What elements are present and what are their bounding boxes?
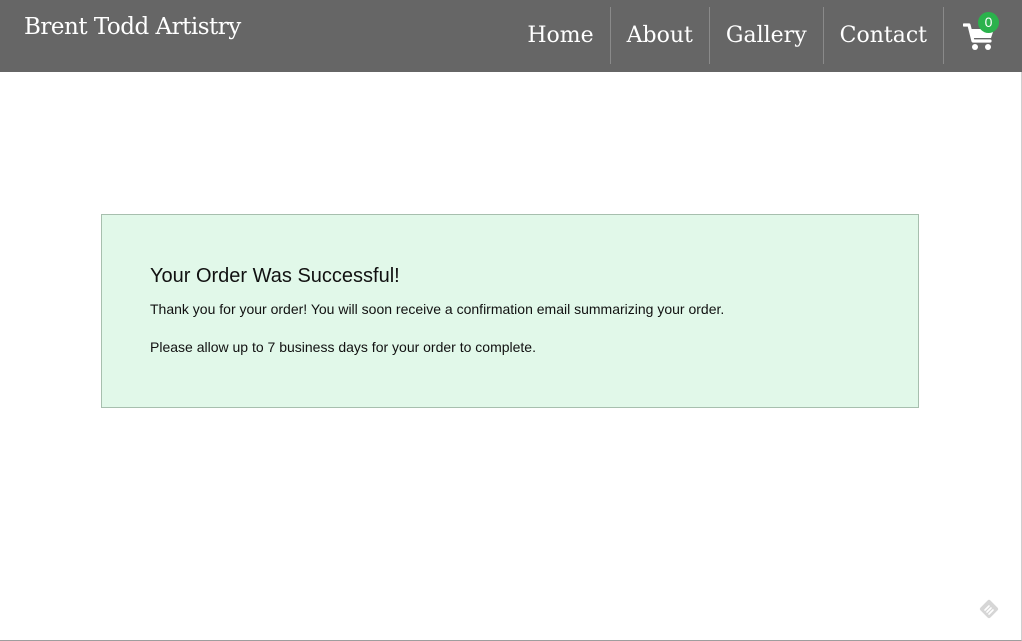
nav-contact-link[interactable]: Contact [824,7,944,64]
nav-home-link[interactable]: Home [511,7,611,64]
confirmation-message: Thank you for your order! You will soon … [150,301,725,317]
cart-count-badge: 0 [978,12,999,33]
success-title: Your Order Was Successful! [150,265,400,287]
brand-logo-link[interactable]: Brent Todd Artistry [24,14,241,40]
nav-about-link[interactable]: About [611,7,710,64]
order-success-panel: Your Order Was Successful! Thank you for… [101,214,919,408]
delivery-message: Please allow up to 7 business days for y… [150,339,536,355]
nav-gallery-link[interactable]: Gallery [710,7,824,64]
feedback-badge-icon[interactable] [976,596,1002,622]
site-header: Brent Todd Artistry Home About Gallery C… [0,0,1022,72]
cart-button[interactable]: 0 [963,12,999,54]
main-nav: Home About Gallery Contact [511,7,944,64]
